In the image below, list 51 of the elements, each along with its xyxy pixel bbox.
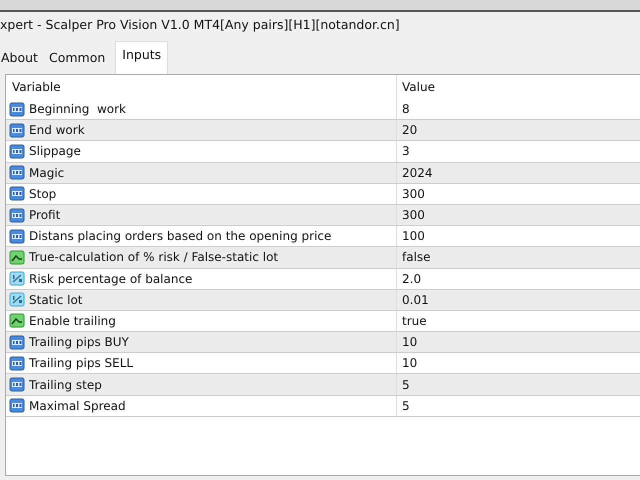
variable-name: Static lot [29, 292, 83, 309]
variable-name: Slippage [29, 143, 81, 160]
variable-name: True-calculation of % risk / False-static lot [29, 249, 278, 266]
number-icon [9, 356, 25, 371]
variable-name: Stop [29, 186, 56, 203]
tab[interactable]: Common [48, 45, 110, 74]
variable-name: Magic [29, 164, 64, 182]
number-icon [9, 334, 25, 350]
number-icon [9, 228, 25, 244]
variable-name: Maximal Spread [29, 398, 126, 415]
number-icon [9, 122, 25, 138]
variable-name: Distans placing orders based on the opening price [29, 228, 332, 246]
value-cell[interactable]: 5 [397, 376, 410, 394]
number-icon [9, 398, 25, 414]
number-icon [9, 377, 25, 392]
number-icon [9, 186, 25, 202]
value-cell[interactable]: 100 [397, 227, 425, 246]
column-header: Value [401, 79, 435, 96]
value-cell[interactable]: 3 [397, 142, 410, 160]
number-icon [9, 208, 25, 223]
value-cell[interactable]: 300 [397, 206, 425, 224]
value-cell[interactable]: true [397, 312, 427, 330]
variable-name: End work [29, 122, 85, 140]
number-icon [9, 165, 25, 180]
number-icon [9, 102, 25, 117]
tab[interactable]: Inputs [115, 41, 168, 74]
column-header: Variable [12, 79, 61, 96]
value-cell[interactable]: 2.0 [397, 270, 422, 288]
variable-name: Trailing pips BUY [29, 334, 129, 352]
fraction-icon [9, 292, 25, 308]
number-icon [9, 144, 25, 159]
variable-name: Profit [29, 207, 60, 224]
value-cell[interactable]: 2024 [397, 164, 433, 182]
variable-name: Trailing pips SELL [29, 355, 134, 372]
value-cell[interactable]: 0.01 [397, 290, 429, 309]
toggle-icon [9, 313, 25, 328]
toggle-icon [9, 250, 25, 265]
value-cell[interactable]: 5 [397, 396, 410, 415]
value-cell[interactable]: 300 [397, 184, 425, 203]
value-cell[interactable]: false [397, 248, 431, 266]
value-cell[interactable]: 8 [397, 100, 410, 118]
fraction-icon [9, 271, 25, 286]
value-cell[interactable]: 10 [397, 354, 418, 372]
tab[interactable]: About [0, 45, 42, 74]
window-title: xpert - Scalper Pro Vision V1.0 MT4[Any pairs][H1][notandor.cn] [0, 16, 401, 34]
value-cell[interactable]: 20 [397, 121, 418, 140]
variable-name: Risk percentage of balance [29, 270, 192, 288]
value-cell[interactable]: 10 [397, 333, 418, 352]
variable-name: Trailing step [29, 376, 102, 394]
variable-name: Beginning work [29, 101, 126, 118]
variable-name: Enable trailing [29, 312, 116, 330]
